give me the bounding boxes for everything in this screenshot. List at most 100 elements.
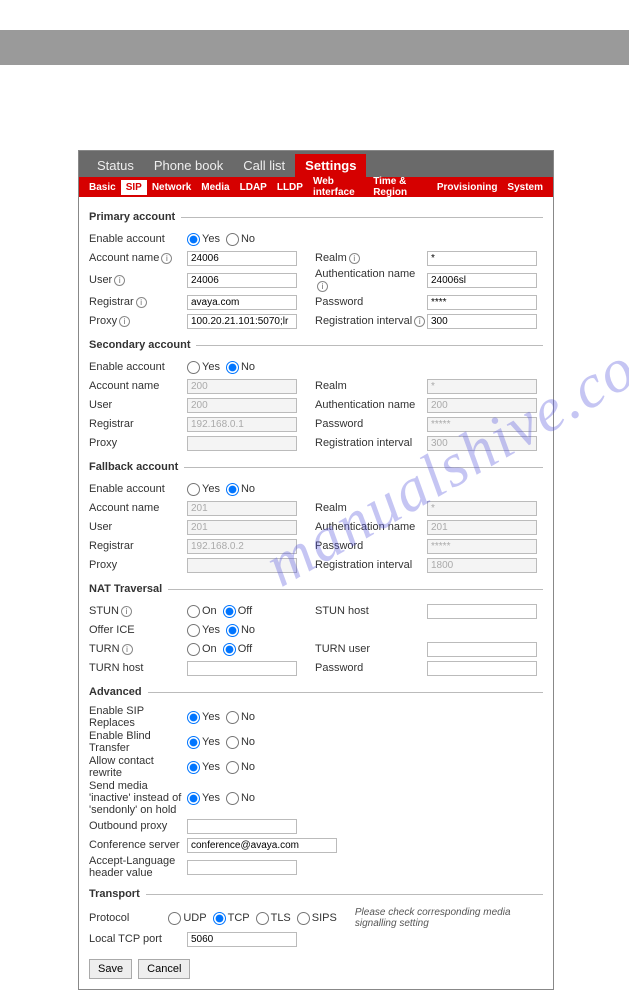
conference-server-input[interactable] [187,838,337,853]
primary-password-input[interactable] [427,295,537,310]
turn-off[interactable] [223,643,236,656]
fallback-authname-input[interactable] [427,520,537,535]
subtab-media[interactable]: Media [196,180,234,195]
primary-user-input[interactable] [187,273,297,288]
blind-transfer-yes[interactable] [187,736,200,749]
fallback-enable-yes[interactable] [187,483,200,496]
accept-language-input[interactable] [187,860,297,875]
primary-legend: Primary account [89,211,181,223]
primary-realm-input[interactable] [427,251,537,266]
label-blind-transfer: Enable Blind Transfer [89,730,187,754]
primary-enable-no[interactable] [226,233,239,246]
button-row: Save Cancel [89,959,543,979]
contact-rewrite-no[interactable] [226,761,239,774]
label-yes: Yes [202,711,220,723]
stun-on[interactable] [187,605,200,618]
subtab-ldap[interactable]: LDAP [235,180,272,195]
info-icon[interactable]: i [317,281,328,292]
info-icon[interactable]: i [122,644,133,655]
turn-host-input[interactable] [187,661,297,676]
cancel-button[interactable]: Cancel [138,959,190,979]
subtab-basic[interactable]: Basic [84,180,121,195]
subtab-sip[interactable]: SIP [121,180,147,195]
subtab-timeregion[interactable]: Time & Region [368,174,432,200]
protocol-udp[interactable] [168,912,181,925]
fallback-enable-no[interactable] [226,483,239,496]
primary-authname-input[interactable] [427,273,537,288]
fallback-regint-input[interactable] [427,558,537,573]
secondary-realm-input[interactable] [427,379,537,394]
turn-password-input[interactable] [427,661,537,676]
subtab-network[interactable]: Network [147,180,196,195]
primary-enable-yes[interactable] [187,233,200,246]
fallback-account-group: Fallback account Enable account Yes No A… [89,461,543,577]
sip-replaces-no[interactable] [226,711,239,724]
turn-on[interactable] [187,643,200,656]
tab-phonebook[interactable]: Phone book [144,154,233,177]
fallback-legend: Fallback account [89,461,184,473]
secondary-registrar-input[interactable] [187,417,297,432]
label-no: No [241,233,255,245]
label-contact-rewrite: Allow contact rewrite [89,755,187,779]
label-user: Useri [89,274,187,286]
secondary-regint-input[interactable] [427,436,537,451]
tab-calllist[interactable]: Call list [233,154,295,177]
contact-rewrite-yes[interactable] [187,761,200,774]
label-udp: UDP [183,912,206,924]
outbound-proxy-input[interactable] [187,819,297,834]
info-icon[interactable]: i [414,316,425,327]
secondary-user-input[interactable] [187,398,297,413]
label-on: On [202,643,217,655]
label-yes: Yes [202,761,220,773]
fallback-user-input[interactable] [187,520,297,535]
fallback-realm-input[interactable] [427,501,537,516]
blind-transfer-no[interactable] [226,736,239,749]
info-icon[interactable]: i [114,275,125,286]
protocol-tls[interactable] [256,912,269,925]
secondary-password-input[interactable] [427,417,537,432]
sip-replaces-yes[interactable] [187,711,200,724]
tab-status[interactable]: Status [87,154,144,177]
local-tcp-port-input[interactable] [187,932,297,947]
transport-legend: Transport [89,888,146,900]
label-realm: Realmi [315,252,427,264]
send-inactive-no[interactable] [226,792,239,805]
info-icon[interactable]: i [119,316,130,327]
subtab-provisioning[interactable]: Provisioning [432,180,503,195]
stun-host-input[interactable] [427,604,537,619]
subtab-system[interactable]: System [502,180,548,195]
label-send-inactive: Send media 'inactive' instead of 'sendon… [89,780,187,816]
label-authname: Authentication name [315,521,427,533]
ice-yes[interactable] [187,624,200,637]
fallback-proxy-input[interactable] [187,558,297,573]
protocol-tcp[interactable] [213,912,226,925]
secondary-enable-yes[interactable] [187,361,200,374]
label-password: Password [315,296,427,308]
info-icon[interactable]: i [161,253,172,264]
primary-account-name-input[interactable] [187,251,297,266]
info-icon[interactable]: i [349,253,360,264]
fallback-password-input[interactable] [427,539,537,554]
send-inactive-yes[interactable] [187,792,200,805]
transport-group: Transport Protocol UDP TCP TLS SIPS Plea… [89,888,543,951]
subtab-webinterface[interactable]: Web interface [308,174,368,200]
primary-regint-input[interactable] [427,314,537,329]
subtab-lldp[interactable]: LLDP [272,180,308,195]
primary-registrar-input[interactable] [187,295,297,310]
secondary-enable-no[interactable] [226,361,239,374]
ice-no[interactable] [226,624,239,637]
turn-user-input[interactable] [427,642,537,657]
fallback-registrar-input[interactable] [187,539,297,554]
save-button[interactable]: Save [89,959,132,979]
secondary-authname-input[interactable] [427,398,537,413]
info-icon[interactable]: i [136,297,147,308]
fallback-account-name-input[interactable] [187,501,297,516]
secondary-proxy-input[interactable] [187,436,297,451]
protocol-sips[interactable] [297,912,310,925]
secondary-legend: Secondary account [89,339,196,351]
stun-off[interactable] [223,605,236,618]
label-enable-account: Enable account [89,483,187,495]
info-icon[interactable]: i [121,606,132,617]
primary-proxy-input[interactable] [187,314,297,329]
secondary-account-name-input[interactable] [187,379,297,394]
